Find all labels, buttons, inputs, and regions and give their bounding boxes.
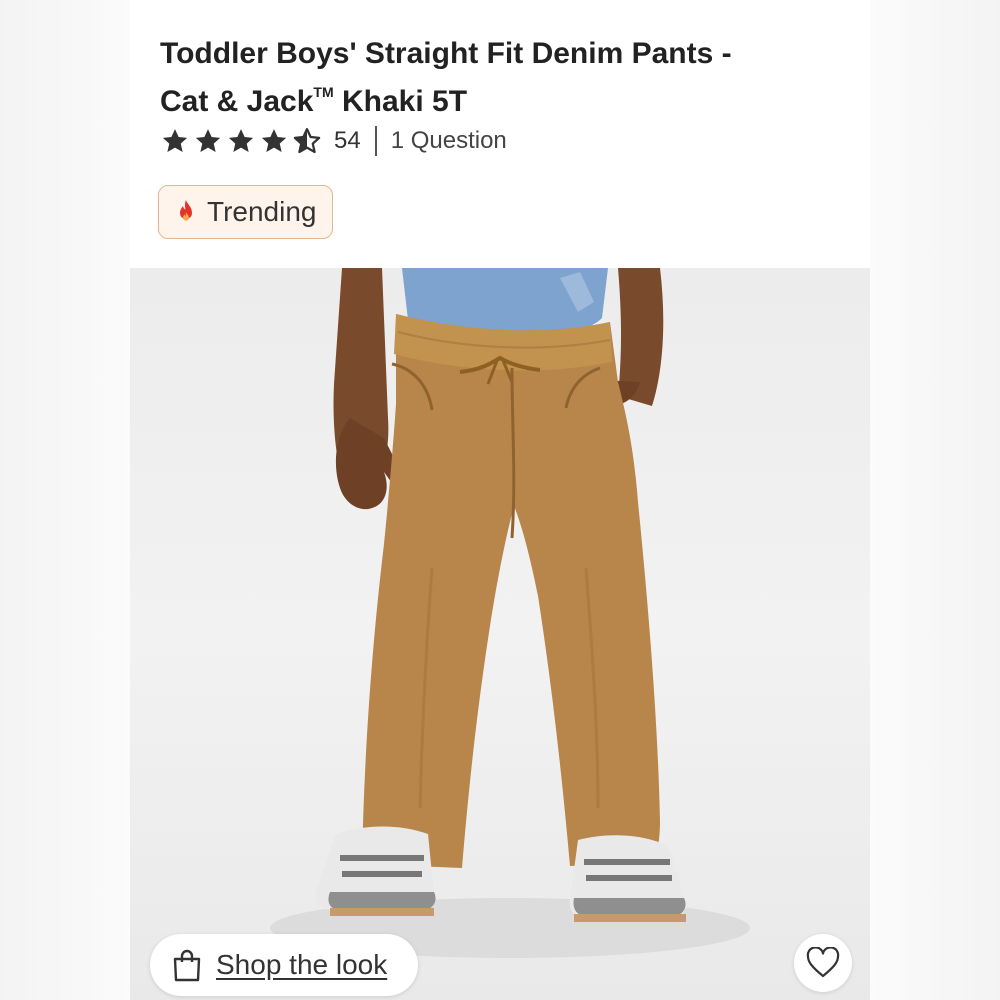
product-title-line1: Toddler Boys' Straight Fit Denim Pants - [160,37,732,70]
shop-the-look-link[interactable]: Shop the look [216,949,387,981]
product-title-variant: Khaki 5T [333,85,468,118]
toddler-pants-illustration [270,268,750,958]
heart-icon [806,947,840,978]
review-count[interactable]: 54 [334,127,361,155]
star-icon-full [228,129,254,152]
questions-link[interactable]: 1 Question [391,127,507,155]
trending-label: Trending [207,196,317,227]
shop-the-look-button[interactable]: Shop the look [150,934,418,996]
product-image[interactable] [130,268,870,1000]
trademark-mark: TM [313,84,334,100]
product-card: Toddler Boys' Straight Fit Denim Pants -… [130,0,870,1000]
star-icon-half [293,128,321,154]
divider [374,126,377,156]
fire-icon [175,199,197,225]
star-icon-full [195,129,221,152]
shopping-bag-icon [172,948,202,982]
trending-badge: Trending [158,185,334,239]
favorite-button[interactable] [794,934,852,992]
star-rating[interactable] [160,126,322,156]
star-icon-full [162,129,188,152]
product-title: Toddler Boys' Straight Fit Denim Pants -… [160,34,840,121]
rating-row[interactable]: 54 1 Question [160,124,507,158]
product-title-brand: Cat & Jack [160,85,314,118]
star-icon-full [261,129,287,152]
